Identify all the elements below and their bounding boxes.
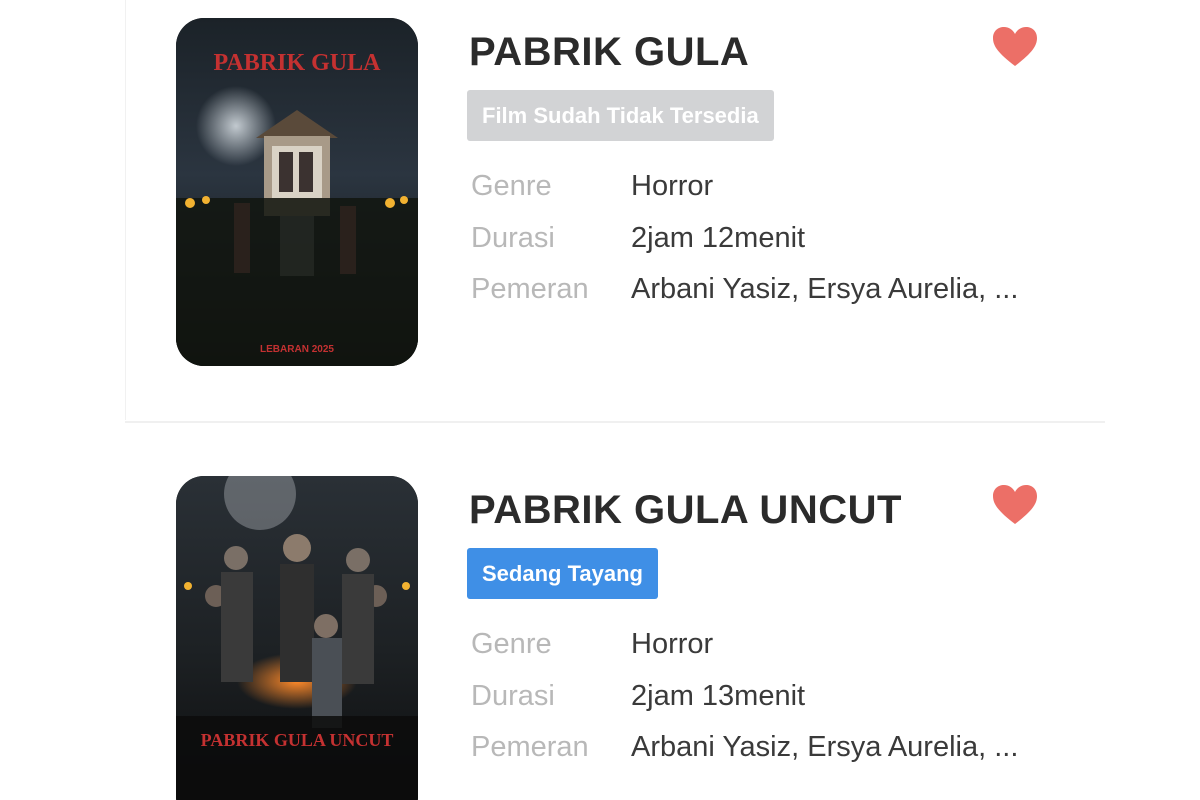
detail-row-duration: Durasi 2jam 12menit xyxy=(471,218,805,258)
movie-poster[interactable]: PABRIK GULA LEBARAN 2025 xyxy=(176,18,418,366)
movie-title[interactable]: PABRIK GULA xyxy=(469,30,749,75)
detail-row-genre: Genre Horror xyxy=(471,166,713,206)
cast-value: Arbani Yasiz, Ersya Aurelia, ... xyxy=(631,273,1019,305)
duration-value: 2jam 13menit xyxy=(631,680,806,712)
detail-row-duration: Durasi 2jam 13menit xyxy=(471,676,805,716)
poster-title-text: PABRIK GULA xyxy=(214,50,382,76)
poster-image: PABRIK GULA UNCUT xyxy=(176,476,418,800)
list-border xyxy=(125,0,126,420)
genre-value: Horror xyxy=(631,628,714,660)
status-badge: Sedang Tayang xyxy=(467,548,658,599)
detail-row-genre: Genre Horror xyxy=(471,624,713,664)
genre-value: Horror xyxy=(631,170,714,202)
duration-value: 2jam 12menit xyxy=(631,222,806,254)
movie-poster[interactable]: PABRIK GULA UNCUT xyxy=(176,476,418,800)
cast-label: Pemeran xyxy=(471,273,589,305)
poster-title-text: PABRIK GULA UNCUT xyxy=(201,730,394,750)
cast-label: Pemeran xyxy=(471,731,589,763)
favorite-button[interactable] xyxy=(992,26,1038,68)
genre-label: Genre xyxy=(471,628,552,660)
cast-value: Arbani Yasiz, Ersya Aurelia, ... xyxy=(631,731,1019,763)
duration-label: Durasi xyxy=(471,680,555,712)
poster-image: PABRIK GULA LEBARAN 2025 xyxy=(176,18,418,366)
favorite-button[interactable] xyxy=(992,484,1038,526)
movie-card[interactable]: PABRIK GULA LEBARAN 2025 PABRIK GULA Fil… xyxy=(176,18,1076,368)
movie-card[interactable]: PABRIK GULA UNCUT PABRIK GULA UNCUT Seda… xyxy=(176,476,1076,800)
card-divider xyxy=(125,421,1105,423)
heart-icon xyxy=(993,27,1037,66)
movie-title[interactable]: PABRIK GULA UNCUT xyxy=(469,488,902,533)
movie-list: PABRIK GULA LEBARAN 2025 PABRIK GULA Fil… xyxy=(0,0,1200,800)
duration-label: Durasi xyxy=(471,222,555,254)
heart-icon xyxy=(993,485,1037,524)
detail-row-cast: Pemeran Arbani Yasiz, Ersya Aurelia, ... xyxy=(471,269,1018,309)
poster-date-text: LEBARAN 2025 xyxy=(260,344,334,355)
genre-label: Genre xyxy=(471,170,552,202)
detail-row-cast: Pemeran Arbani Yasiz, Ersya Aurelia, ... xyxy=(471,727,1018,767)
status-badge: Film Sudah Tidak Tersedia xyxy=(467,90,774,141)
